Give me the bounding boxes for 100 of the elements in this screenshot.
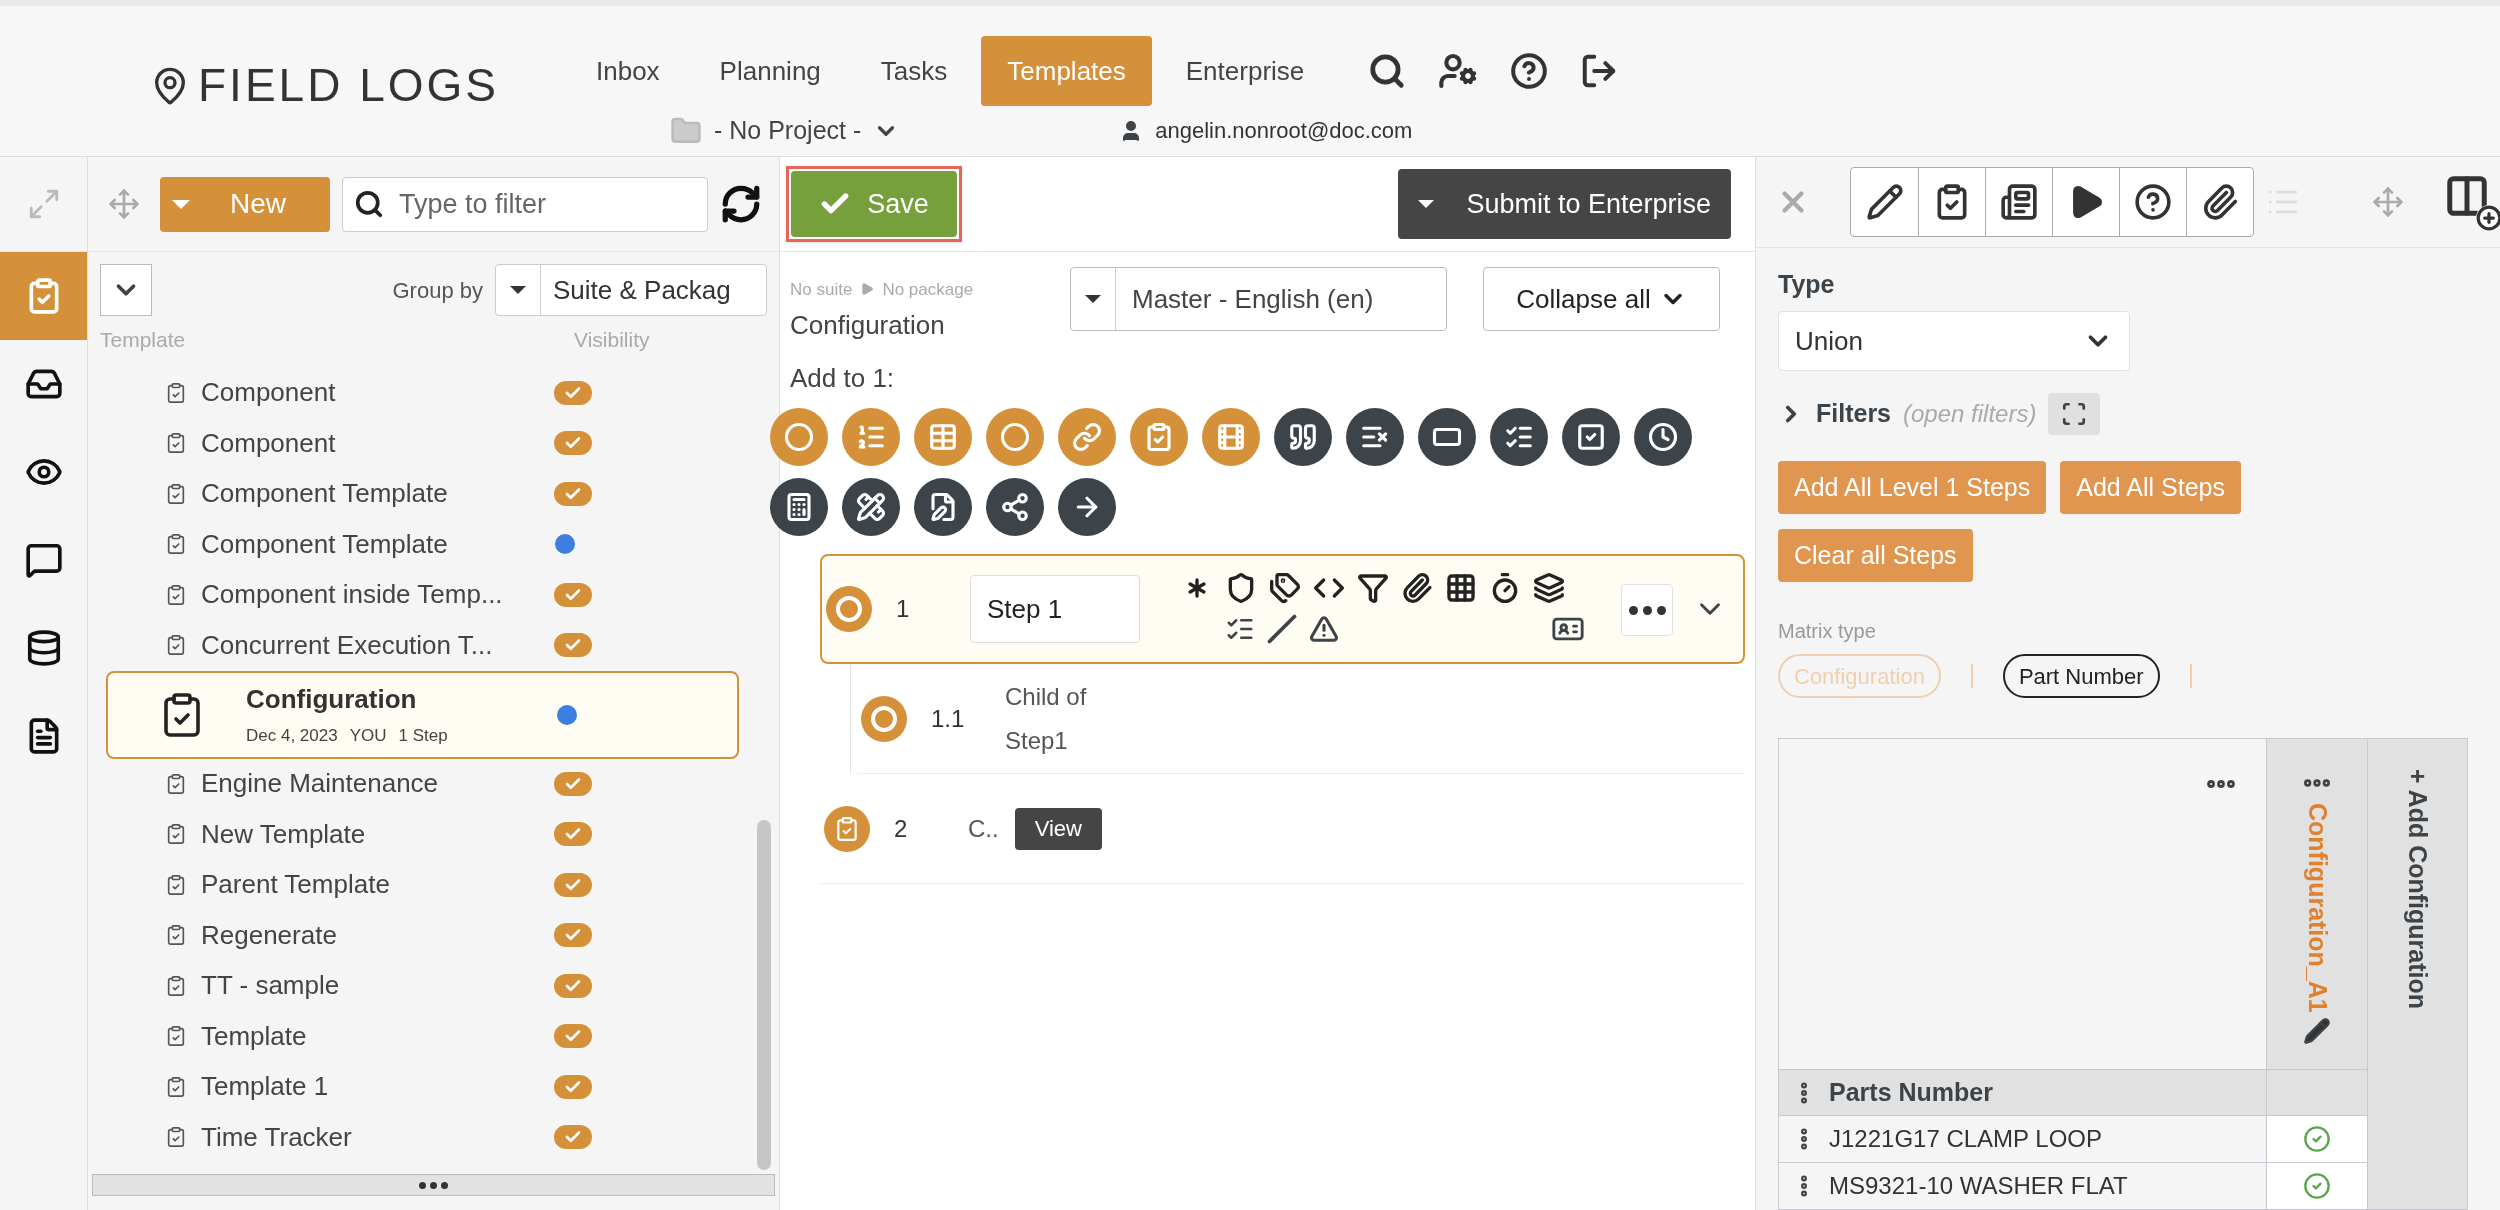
visible-check-icon[interactable] [554, 380, 592, 405]
selected-step-card[interactable]: 1 Step 1 [820, 554, 1745, 664]
add-to-label: Add to 1: [790, 362, 896, 395]
caret-icon [1418, 200, 1435, 208]
check-circle-icon[interactable] [2303, 1172, 2331, 1200]
template-name: Component [201, 376, 337, 410]
filters-hint: (open filters) [1903, 399, 2037, 429]
warning-icon[interactable] [1309, 614, 1339, 644]
submit-button[interactable]: Submit to Enterprise [1398, 169, 1731, 239]
visible-check-icon[interactable] [554, 771, 592, 796]
step-title-field[interactable]: Step 1 [970, 575, 1140, 643]
film-icon [1216, 422, 1246, 452]
add-step-button[interactable] [770, 478, 828, 536]
collapse-button[interactable] [100, 264, 152, 316]
add-step-button[interactable] [914, 478, 972, 536]
add-step-button[interactable] [842, 478, 900, 536]
visible-check-icon[interactable] [554, 822, 592, 847]
template-row[interactable]: Component inside Temp... [88, 569, 757, 620]
more-button[interactable] [1621, 584, 1673, 636]
template-name: New Template [201, 817, 367, 851]
nav-tab[interactable]: Inbox [570, 36, 686, 106]
visible-check-icon[interactable] [554, 633, 592, 658]
visible-check-icon[interactable] [554, 431, 592, 456]
clipboard-icon [165, 924, 187, 947]
search-icon[interactable] [1368, 52, 1407, 90]
clipboard-icon [165, 873, 187, 896]
template-row[interactable]: Concurrent Execution T... [88, 620, 757, 671]
grid-icon[interactable] [1445, 572, 1477, 604]
clipboard-icon [165, 823, 187, 846]
add-step-button[interactable] [986, 478, 1044, 536]
nav-tab[interactable]: Tasks [854, 36, 974, 106]
table-icon [928, 422, 958, 452]
template-name: Template 1 [201, 1070, 330, 1104]
template-row[interactable]: Component Template [88, 519, 757, 570]
visible-check-icon[interactable] [554, 1024, 592, 1049]
slash-icon[interactable] [1267, 614, 1297, 644]
template-row[interactable]: Component [88, 418, 757, 469]
comment-pencil-icon [24, 541, 63, 579]
matrix-type-option[interactable]: Part Number [2002, 654, 2160, 698]
view-button[interactable]: View [1014, 807, 1102, 850]
template-name: Time Tracker [201, 1120, 353, 1154]
template-row[interactable]: Time Tracker [88, 1112, 757, 1163]
template-row[interactable]: Engine Maintenance [88, 758, 757, 809]
checkbox-icon [1576, 422, 1606, 452]
resize-handle[interactable] [92, 1174, 775, 1196]
user-settings-icon[interactable] [1438, 51, 1479, 91]
add-step-button[interactable] [1346, 408, 1404, 466]
add-step-button[interactable] [1634, 408, 1692, 466]
clipboard-icon [165, 533, 187, 556]
add-step-button[interactable] [1274, 408, 1332, 466]
visible-check-icon[interactable] [554, 1074, 592, 1099]
visible-check-icon[interactable] [554, 481, 592, 506]
nav-tab[interactable]: Enterprise [1159, 36, 1331, 106]
template-row[interactable]: New Template [88, 809, 757, 860]
visible-check-icon[interactable] [554, 582, 592, 607]
stack-icon[interactable] [1533, 572, 1565, 604]
template-name: TT - sample [201, 969, 341, 1003]
refresh-icon[interactable] [720, 183, 762, 225]
language-select[interactable]: Master - English (en) [1070, 267, 1447, 331]
help-icon[interactable] [1510, 52, 1549, 90]
project-dropdown[interactable]: - No Project - [670, 112, 900, 150]
type-select[interactable]: Union [1778, 311, 2130, 371]
column-header: Template [100, 327, 187, 353]
template-row[interactable]: Template [88, 1011, 757, 1062]
quote-icon [1288, 422, 1318, 452]
scrollbar-thumb[interactable] [757, 820, 771, 1170]
selected-template-row[interactable]: Configuration Dec 4, 2023 YOU 1 Step [106, 670, 739, 759]
column-header: Visibility [574, 327, 650, 353]
add-step-button[interactable] [1562, 408, 1620, 466]
add-step-button[interactable] [1058, 478, 1116, 536]
nav-tab[interactable]: Planning [693, 36, 847, 106]
visible-check-icon[interactable] [554, 973, 592, 998]
fullscreen-icon[interactable] [2048, 393, 2101, 435]
check-circle-icon[interactable] [2303, 1125, 2331, 1153]
step-row[interactable]: 2 C.. View [820, 774, 1745, 884]
template-row[interactable]: Component Template [88, 468, 757, 519]
template-row[interactable]: Parent Template [88, 859, 757, 910]
pencil-icon[interactable] [2303, 1016, 2331, 1045]
template-row[interactable]: Template 1 [88, 1061, 757, 1112]
step-row[interactable]: 1.1 Child of Step1 [857, 664, 1745, 774]
visible-check-icon[interactable] [554, 923, 592, 948]
template-row[interactable]: TT - sample [88, 960, 757, 1011]
visible-check-icon[interactable] [554, 1125, 592, 1150]
part-number: MS9321-10 WASHER FLAT [1829, 1171, 2128, 1201]
filters-label[interactable]: Filters [1816, 395, 1892, 433]
visible-check-icon[interactable] [554, 872, 592, 897]
caret-icon [172, 199, 190, 209]
group-by-select[interactable]: Suite & Packag [495, 264, 767, 316]
template-row[interactable]: Component [88, 367, 757, 418]
filter-icon[interactable] [1357, 572, 1389, 604]
add-step-button[interactable] [1418, 408, 1476, 466]
template-row[interactable]: Regenerate [88, 910, 757, 961]
add-column-button[interactable]: + Add Configuration [2368, 738, 2468, 1210]
tags-icon[interactable] [1269, 572, 1301, 604]
paperclip-icon[interactable] [1401, 572, 1433, 604]
collapse-all-button[interactable]: Collapse all [1483, 267, 1720, 331]
caret-icon [510, 286, 526, 294]
add-step-button[interactable] [1490, 408, 1548, 466]
filter-field[interactable]: Type to filter [342, 176, 708, 232]
clipboard-icon [165, 1126, 187, 1149]
